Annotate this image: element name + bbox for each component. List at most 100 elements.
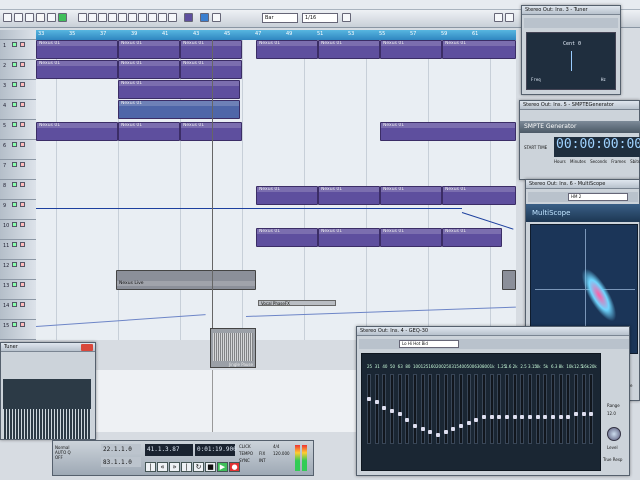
solo-button[interactable]: [20, 162, 25, 167]
small-event[interactable]: Vocal PhaseFX: [258, 300, 336, 306]
draw-tool-icon[interactable]: [148, 13, 157, 22]
eq-band-slider[interactable]: [574, 374, 578, 444]
solo-button[interactable]: [20, 322, 25, 327]
solo-button[interactable]: [20, 142, 25, 147]
audio-event[interactable]: [502, 270, 516, 290]
line-tool-icon[interactable]: [158, 13, 167, 22]
end-button[interactable]: |: [181, 462, 192, 472]
midi-part[interactable]: Nexus 01: [380, 40, 442, 59]
smpte-time-display[interactable]: 00:00:00:00: [554, 137, 640, 157]
eq-band-handle[interactable]: [482, 415, 486, 419]
eq-band-handle[interactable]: [543, 415, 548, 419]
midi-part[interactable]: Nexus 01: [180, 122, 242, 141]
mute-button[interactable]: [12, 62, 17, 67]
eq-band-slider[interactable]: [474, 374, 479, 444]
eq-band-slider[interactable]: [512, 374, 517, 444]
track-7[interactable]: 7: [0, 160, 36, 180]
erase-tool-icon[interactable]: [118, 13, 127, 22]
eq-band-handle[interactable]: [451, 427, 456, 431]
mute-button[interactable]: [12, 302, 17, 307]
eq-band-slider[interactable]: [397, 374, 402, 444]
eq-band-slider[interactable]: [505, 374, 509, 444]
midi-part[interactable]: Nexus 01: [118, 100, 240, 119]
window-button-2[interactable]: [505, 13, 514, 22]
play-tool-icon[interactable]: [168, 13, 177, 22]
transport-panel[interactable]: Normal AUTO Q OFF 22.1.1.0 83.1.1.0 41.1…: [52, 440, 314, 476]
click-label[interactable]: CLICK: [239, 444, 251, 449]
track-15[interactable]: 15: [0, 320, 36, 340]
cycle-button[interactable]: ↻: [193, 462, 204, 472]
eq-band-slider[interactable]: [543, 374, 548, 444]
position-bars[interactable]: 41.1.3.87: [145, 444, 193, 456]
audio-event[interactable]: Nexus Live: [116, 270, 256, 290]
eq-band-handle[interactable]: [443, 430, 448, 434]
rewind-button[interactable]: «: [157, 462, 168, 472]
midi-part[interactable]: Nexus 01: [380, 122, 516, 141]
eq-band-slider[interactable]: [489, 374, 494, 444]
midi-part[interactable]: Nexus 01: [36, 122, 118, 141]
eq-band-handle[interactable]: [367, 397, 371, 401]
eq-band-slider[interactable]: [566, 374, 571, 444]
midi-part[interactable]: Nexus 01: [118, 80, 240, 99]
midi-part[interactable]: Nexus 01: [180, 40, 242, 59]
split-tool-icon[interactable]: [98, 13, 107, 22]
solo-button[interactable]: [20, 202, 25, 207]
eq-band-slider[interactable]: [551, 374, 555, 444]
quantize-icon[interactable]: [342, 13, 351, 22]
eq-band-handle[interactable]: [589, 412, 594, 416]
geq-display[interactable]: 25 31 40 50 63 80 100 125 160 200 250 315 400 500 630 8…: [361, 353, 601, 471]
eq-band-handle[interactable]: [497, 415, 502, 419]
glue-tool-icon[interactable]: [108, 13, 117, 22]
midi-part[interactable]: Nexus 01: [118, 60, 180, 79]
eq-band-slider[interactable]: [459, 374, 463, 444]
eq-band-handle[interactable]: [428, 430, 433, 434]
mute-button[interactable]: [12, 202, 17, 207]
rewind-start-button[interactable]: |: [145, 462, 156, 472]
eq-band-slider[interactable]: [589, 374, 594, 444]
eq-band-handle[interactable]: [512, 415, 517, 419]
play-button[interactable]: ▶: [217, 462, 228, 472]
mute-button[interactable]: [12, 142, 17, 147]
midi-part[interactable]: Nexus 01: [256, 186, 318, 205]
solo-button[interactable]: [20, 82, 25, 87]
mute-button[interactable]: [12, 242, 17, 247]
eq-band-handle[interactable]: [574, 412, 578, 416]
track-1[interactable]: 1: [0, 40, 36, 60]
track-5[interactable]: 5: [0, 120, 36, 140]
mute-tool-icon[interactable]: [138, 13, 147, 22]
audio-clip[interactable]: Jingle Pause: [210, 328, 256, 368]
eq-band-handle[interactable]: [459, 424, 463, 428]
eq-band-slider[interactable]: [367, 374, 371, 444]
midi-part[interactable]: Nexus 01: [318, 186, 380, 205]
eq-band-slider[interactable]: [374, 374, 379, 444]
snap-mode-icon[interactable]: [212, 13, 221, 22]
close-icon[interactable]: [81, 344, 93, 351]
position-time[interactable]: 0:01:19.900: [195, 444, 237, 456]
eq-band-slider[interactable]: [482, 374, 486, 444]
mute-button[interactable]: [12, 222, 17, 227]
smpte-window[interactable]: Stereo Out: Ins. 5 - SMPTEGenerator SMPT…: [519, 100, 640, 180]
eq-band-slider[interactable]: [581, 374, 586, 444]
midi-part[interactable]: Nexus 01: [256, 228, 318, 247]
eq-band-handle[interactable]: [558, 415, 563, 419]
eq-band-handle[interactable]: [581, 412, 586, 416]
eq-band-handle[interactable]: [390, 409, 394, 413]
mute-button[interactable]: [12, 262, 17, 267]
eq-band-handle[interactable]: [551, 415, 555, 419]
mute-button[interactable]: [12, 122, 17, 127]
rewind-button[interactable]: [25, 13, 34, 22]
solo-button[interactable]: [20, 282, 25, 287]
midi-part[interactable]: Nexus 01: [318, 228, 380, 247]
eq-band-handle[interactable]: [489, 415, 494, 419]
eq-band-handle[interactable]: [413, 424, 417, 428]
loop-button[interactable]: [14, 13, 23, 22]
mute-button[interactable]: [12, 102, 17, 107]
geq-window[interactable]: Stereo Out: Ins. 4 - GEQ-30 Lo Hi Hot Bi…: [356, 326, 630, 476]
eq-band-handle[interactable]: [466, 421, 471, 425]
eq-band-slider[interactable]: [558, 374, 563, 444]
eq-band-handle[interactable]: [528, 415, 532, 419]
midi-part[interactable]: Nexus 01: [380, 186, 442, 205]
midi-part[interactable]: Nexus 01: [442, 228, 502, 247]
record-button[interactable]: ●: [229, 462, 240, 472]
mute-button[interactable]: [12, 322, 17, 327]
